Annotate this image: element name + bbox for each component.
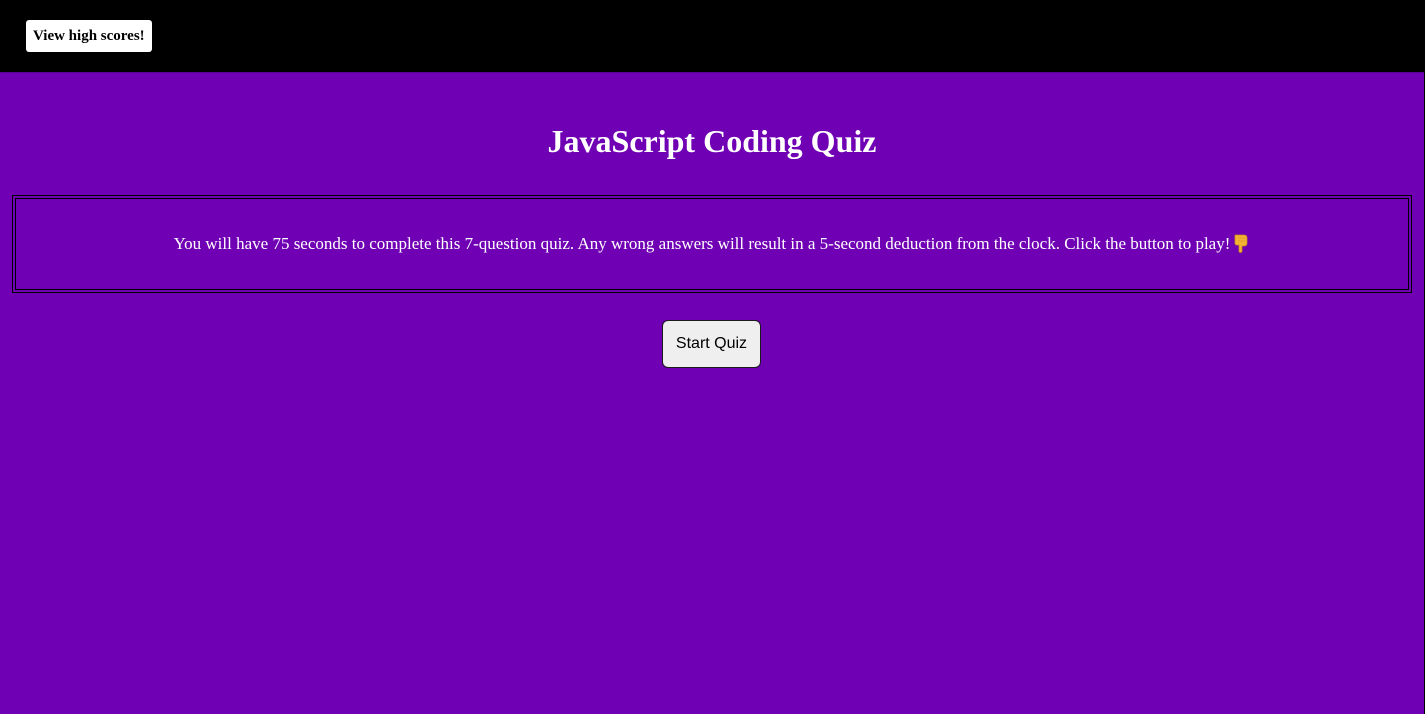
view-high-scores-button[interactable]: View high scores! (26, 20, 152, 52)
main-content: JavaScript Coding Quiz You will have 75 … (0, 72, 1424, 714)
quiz-page: View high scores! JavaScript Coding Quiz… (0, 0, 1425, 714)
instructions-box: You will have 75 seconds to complete thi… (12, 195, 1412, 293)
top-bar: View high scores! (0, 0, 1425, 72)
instructions-paragraph: You will have 75 seconds to complete thi… (174, 233, 1251, 255)
instructions-text: You will have 75 seconds to complete thi… (173, 233, 1231, 253)
start-quiz-button[interactable]: Start Quiz (662, 320, 761, 368)
page-title: JavaScript Coding Quiz (547, 123, 877, 159)
pointing-down-icon (1232, 233, 1250, 253)
